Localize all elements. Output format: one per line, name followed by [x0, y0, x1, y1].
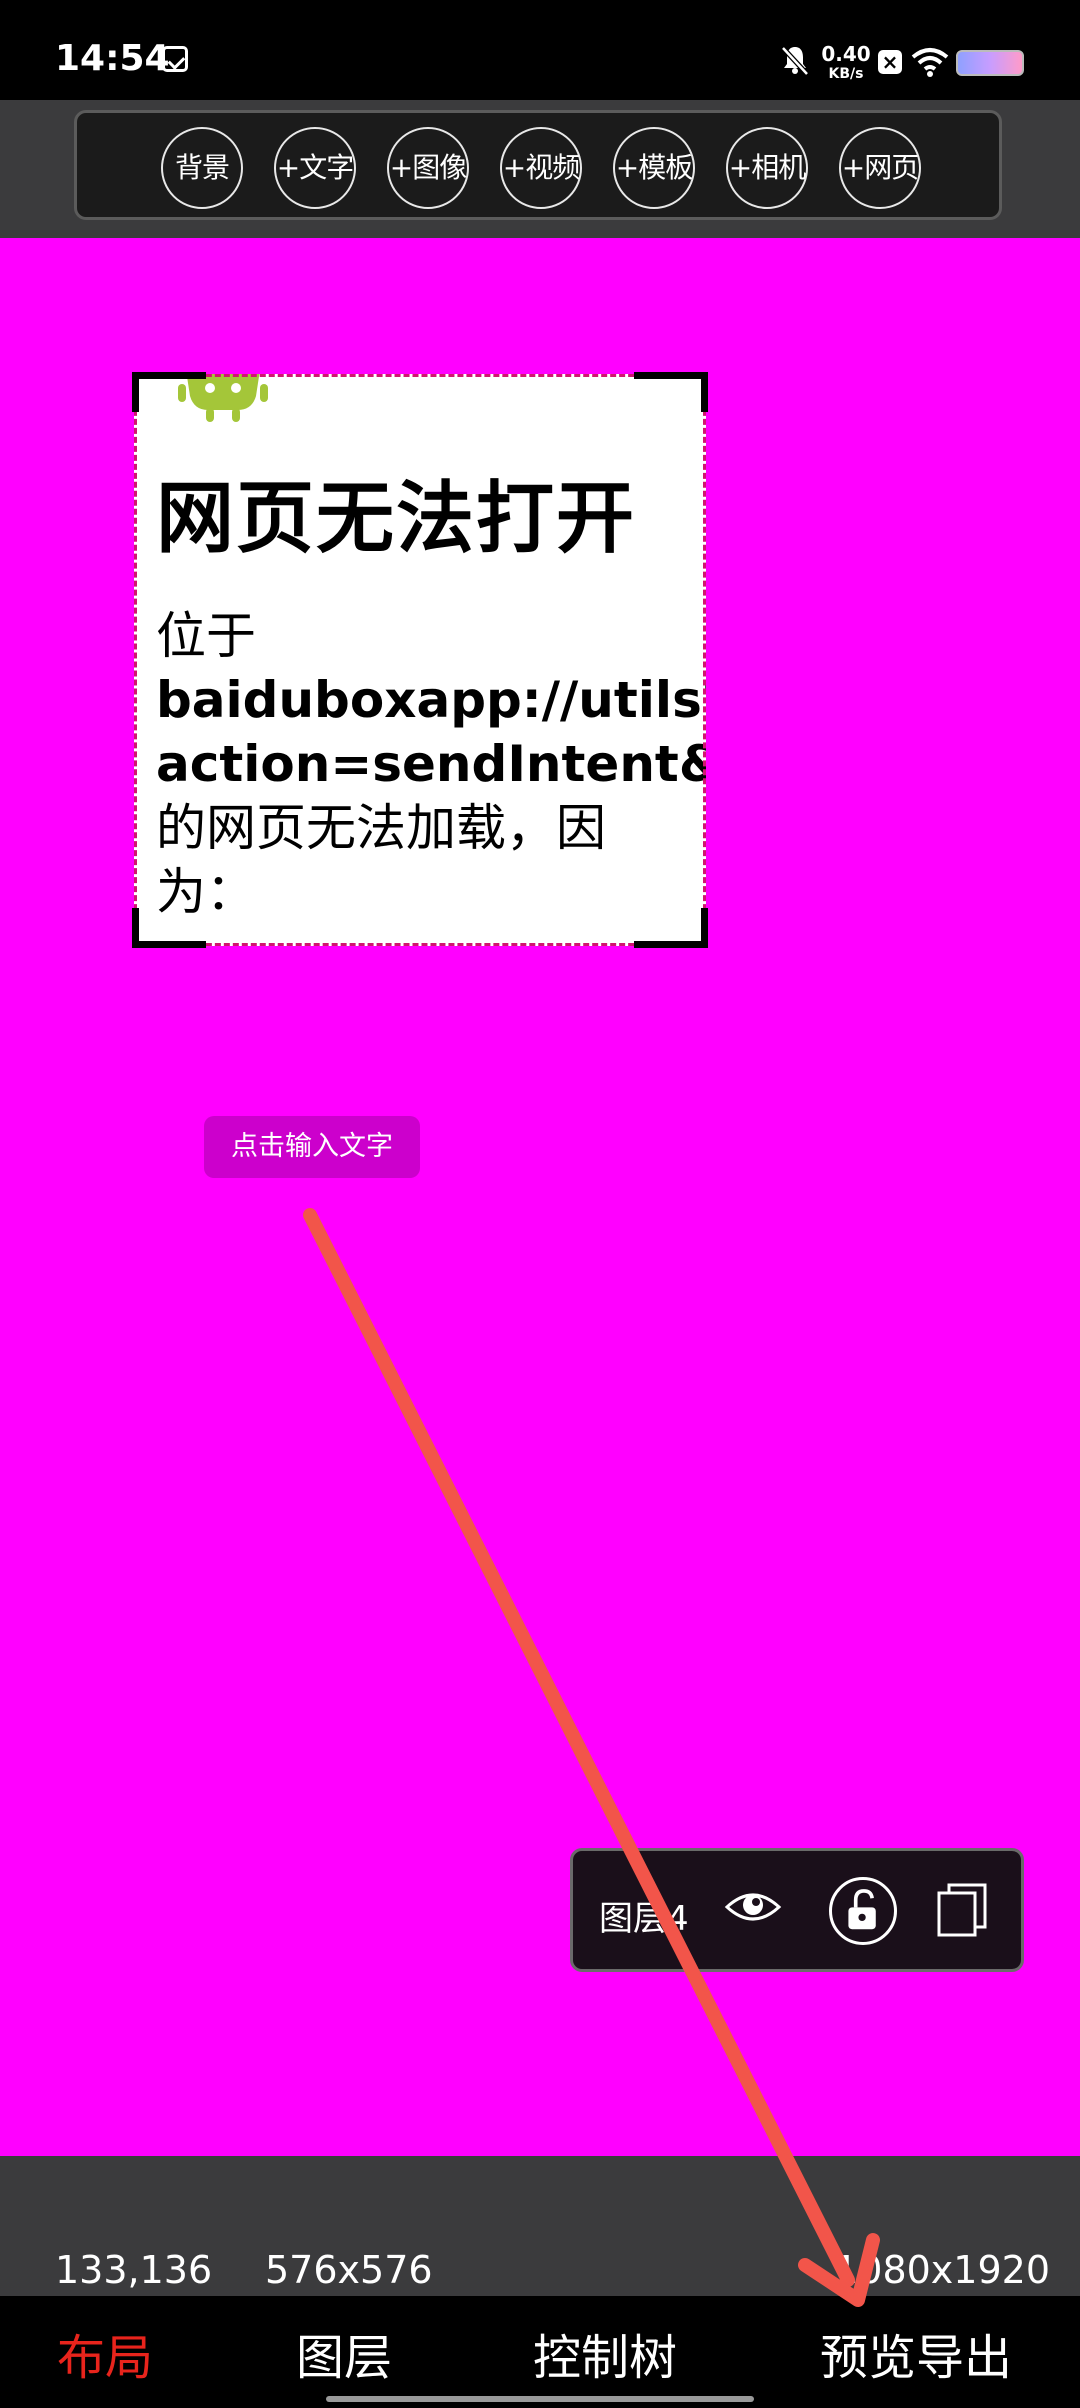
nav-preview-export[interactable]: 预览导出 — [820, 2318, 1012, 2388]
calendar-icon — [162, 46, 188, 72]
error-url-line: action=sendIntent&m — [156, 735, 706, 793]
wifi-icon — [911, 48, 949, 77]
battery-icon — [956, 50, 1024, 76]
background-button[interactable]: 背景 — [161, 127, 243, 209]
net-speed: 0.40 KB/s — [820, 44, 872, 84]
add-camera-button[interactable]: +相机 — [726, 127, 808, 209]
eye-icon[interactable] — [723, 1887, 783, 1927]
resize-handle-bottom-right[interactable] — [634, 908, 708, 948]
error-text-line: 的网页无法加载，因 — [156, 799, 606, 857]
gesture-bar — [326, 2396, 754, 2402]
webpage-error-message: 位于 baiduboxapp://utils? action=sendInten… — [156, 604, 706, 924]
canvas-size: 1080x1920 — [834, 2248, 1050, 2292]
element-position: 133,136 — [55, 2248, 213, 2292]
resize-handle-top-left[interactable] — [132, 372, 206, 412]
nav-control-tree[interactable]: 控制树 — [533, 2318, 677, 2388]
nav-layout[interactable]: 布局 — [57, 2318, 153, 2388]
net-speed-value: 0.40 — [821, 42, 871, 66]
add-image-button[interactable]: +图像 — [387, 127, 469, 209]
copy-icon[interactable] — [935, 1881, 989, 1937]
bell-muted-icon — [781, 46, 809, 76]
unlock-button[interactable] — [829, 1877, 897, 1945]
add-template-button[interactable]: +模板 — [613, 127, 695, 209]
status-bar: 14:54 0.40 KB/s × — [0, 0, 1080, 100]
nav-layers[interactable]: 图层 — [296, 2318, 392, 2388]
status-time: 14:54 — [55, 38, 170, 79]
add-webpage-button[interactable]: +网页 — [839, 127, 921, 209]
toolbar: 背景 +文字 +图像 +视频 +模板 +相机 +网页 — [74, 110, 1002, 220]
resize-handle-bottom-left[interactable] — [132, 908, 206, 948]
webpage-error-title: 网页无法打开 — [156, 474, 637, 564]
unlock-icon — [848, 1889, 876, 1930]
webpage-element[interactable]: 网页无法打开 位于 baiduboxapp://utils? action=se… — [134, 374, 706, 946]
add-video-button[interactable]: +视频 — [500, 127, 582, 209]
element-size: 576x576 — [265, 2248, 433, 2292]
error-text-line: 位于 — [156, 607, 256, 665]
layer-panel: 图层4 — [570, 1848, 1024, 1972]
toolbar-strip: 背景 +文字 +图像 +视频 +模板 +相机 +网页 — [0, 100, 1080, 238]
net-speed-unit: KB/s — [828, 66, 864, 82]
info-bar: 133,136 576x576 1080x1920 — [0, 2156, 1080, 2296]
close-box-icon: × — [878, 50, 902, 74]
error-text-line: 为： — [156, 863, 256, 921]
add-text-button[interactable]: +文字 — [274, 127, 356, 209]
layer-name: 图层4 — [599, 1899, 689, 1939]
text-input-element[interactable]: 点击输入文字 — [204, 1116, 420, 1178]
resize-handle-top-right[interactable] — [634, 372, 708, 412]
error-url-line: baiduboxapp://utils? — [156, 671, 706, 729]
bottom-nav: 布局 图层 控制树 预览导出 — [0, 2296, 1080, 2408]
